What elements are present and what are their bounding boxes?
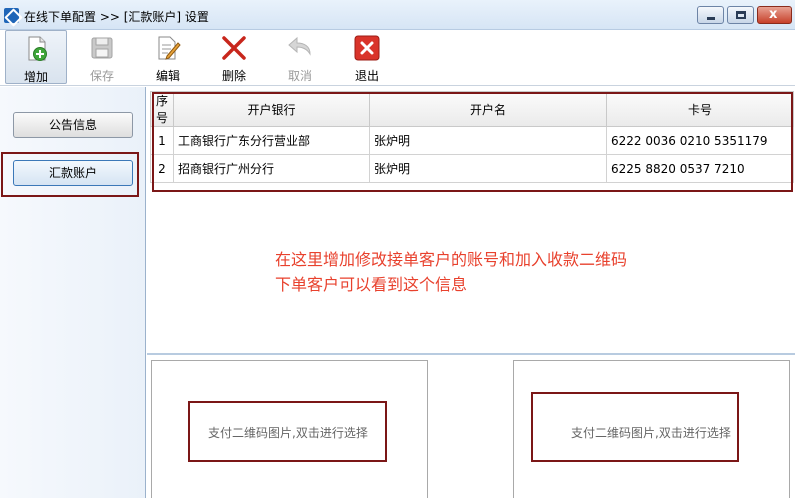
app-icon (4, 8, 19, 23)
floppy-disk-icon (91, 37, 113, 59)
title-bar: 在线下单配置 >> [汇款账户] 设置 x (0, 0, 795, 30)
save-button[interactable]: 保存 (71, 30, 133, 84)
edit-button-label: 编辑 (155, 69, 180, 83)
maximize-icon (736, 11, 746, 19)
toolbar: 增加 保存 编辑 删除 取消 退出 (0, 30, 795, 86)
window-title: 在线下单配置 >> [汇款账户] 设置 (24, 10, 209, 24)
exit-button-label: 退出 (354, 69, 379, 83)
edit-document-icon (158, 36, 181, 60)
minimize-button[interactable] (697, 6, 724, 24)
highlight-box-qr-1 (188, 401, 387, 462)
sidebar-item-announcement[interactable]: 公告信息 (13, 112, 133, 138)
highlight-box-qr-2 (531, 392, 739, 462)
exit-icon (354, 35, 380, 61)
cancel-button-label: 取消 (287, 69, 312, 83)
annotation-line-2: 下单客户可以看到这个信息 (275, 275, 468, 294)
annotation-line-1: 在这里增加修改接单客户的账号和加入收款二维码 (275, 250, 628, 269)
exit-button[interactable]: 退出 (336, 30, 398, 84)
minimize-icon (707, 17, 715, 20)
save-button-label: 保存 (89, 69, 114, 83)
close-icon: x (769, 7, 778, 22)
close-button[interactable]: x (757, 6, 792, 24)
cancel-button[interactable]: 取消 (269, 30, 331, 84)
add-document-icon (28, 36, 47, 61)
add-button-label: 增加 (23, 70, 48, 84)
red-x-icon (222, 36, 246, 60)
highlight-box-table (152, 92, 793, 192)
edit-button[interactable]: 编辑 (137, 30, 199, 84)
delete-button-label: 删除 (221, 69, 246, 83)
undo-arrow-icon (288, 36, 311, 56)
highlight-box-sidebar (1, 152, 139, 197)
sidebar: 公告信息 汇款账户 (0, 87, 146, 498)
delete-button[interactable]: 删除 (203, 30, 265, 84)
maximize-button[interactable] (727, 6, 754, 24)
add-button[interactable]: 增加 (5, 30, 67, 84)
